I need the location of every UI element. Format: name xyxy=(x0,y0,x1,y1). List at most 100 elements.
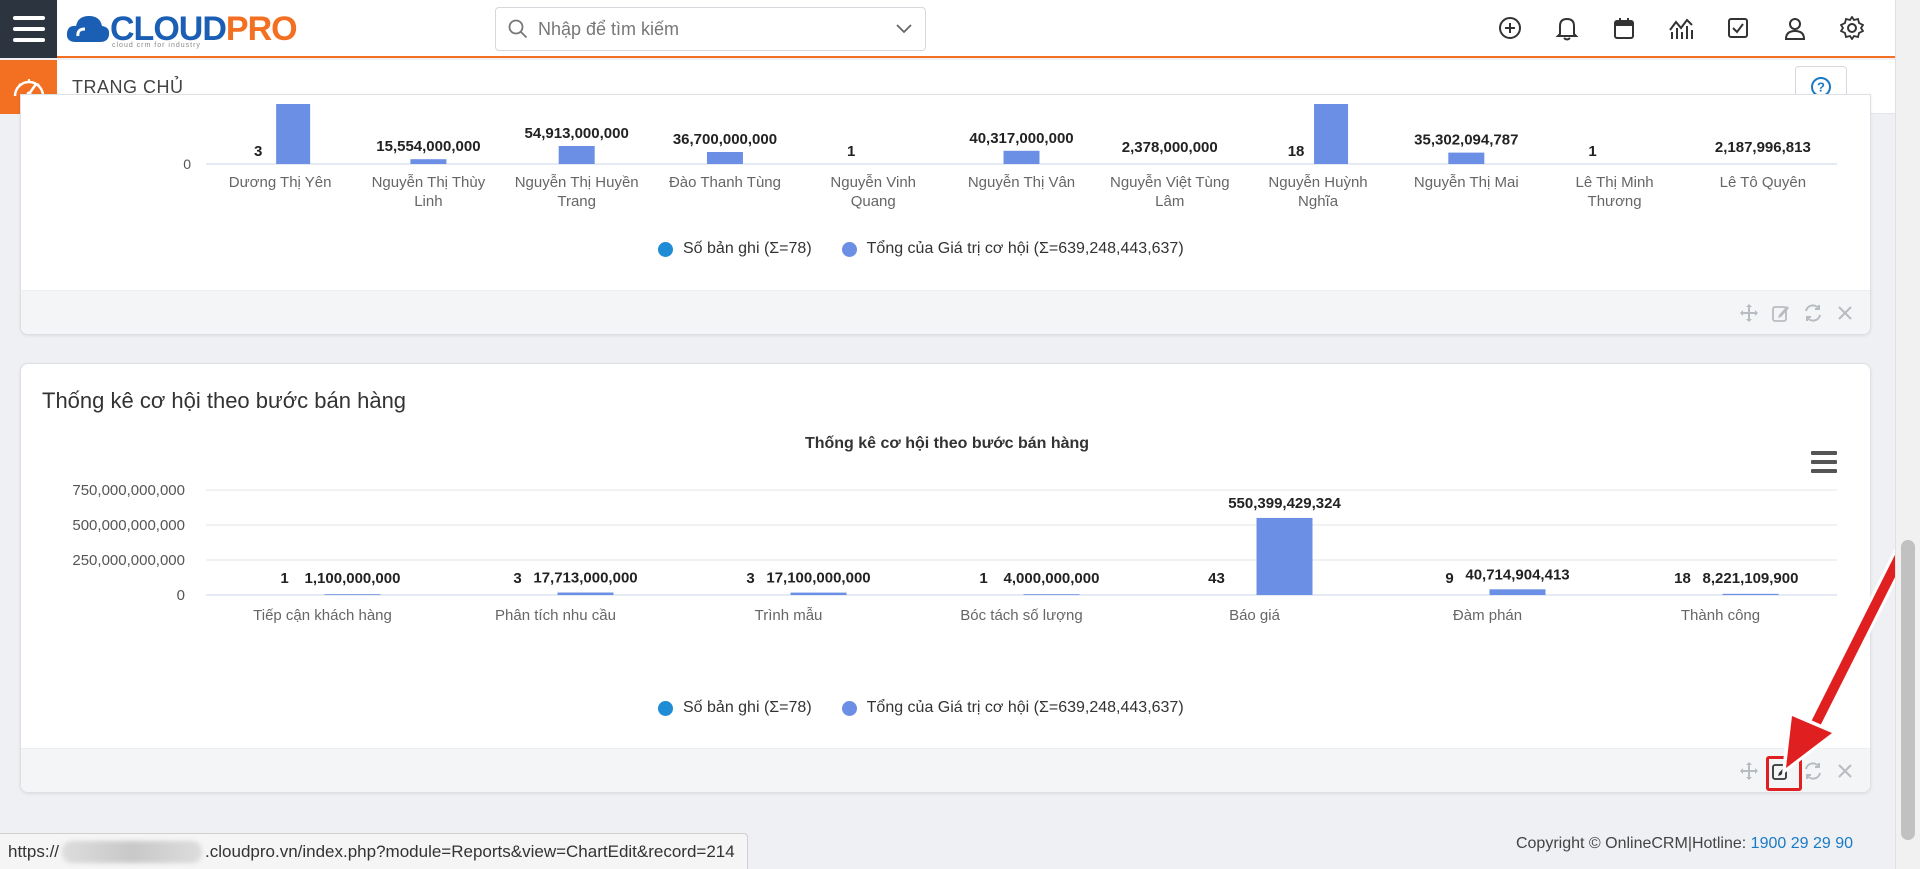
count-label: 1 xyxy=(280,570,288,587)
move-icon[interactable] xyxy=(1738,302,1760,324)
x-tick-label: Lê Tô Quyên xyxy=(1720,174,1806,191)
x-tick-label: Lê Thị Minh xyxy=(1576,174,1654,191)
chart-title: Thống kê cơ hội theo bước bán hàng xyxy=(805,435,1089,452)
data-label: 1 xyxy=(847,143,855,160)
data-label: 54,913,000,000 xyxy=(525,125,629,142)
x-tick-label: Dương Thị Yên xyxy=(229,174,332,191)
x-tick-label: Nguyễn Vinh xyxy=(830,174,916,191)
annotation-arrow-icon xyxy=(1782,540,1900,775)
data-label: 36,700,000,000 xyxy=(673,131,777,148)
x-tick-label: Nguyễn Thị Mai xyxy=(1414,174,1519,191)
add-circle-icon[interactable] xyxy=(1497,14,1523,42)
x-tick-label: Báo giá xyxy=(1229,607,1281,624)
bar xyxy=(1023,594,1080,595)
vertical-scrollbar[interactable] xyxy=(1895,0,1920,869)
x-tick-label: Tiếp cận khách hàng xyxy=(253,607,392,624)
top-navbar: CLOUDPRO cloud crm for industry Nhập để … xyxy=(0,0,1895,58)
x-tick-label: Trang xyxy=(557,193,596,210)
legend-dot-count xyxy=(658,700,673,716)
bar xyxy=(1448,152,1485,164)
menu-icon[interactable] xyxy=(0,0,57,58)
legend-label-count: Số bản ghi (Σ=78) xyxy=(683,699,812,716)
x-tick-label: Thành công xyxy=(1681,607,1760,624)
search-input[interactable]: Nhập để tìm kiếm xyxy=(538,19,895,40)
status-url-suffix: .cloudpro.vn/index.php?module=Reports&vi… xyxy=(205,841,735,861)
cloudpro-logo[interactable]: CLOUDPRO cloud crm for industry xyxy=(66,4,298,54)
task-check-icon[interactable] xyxy=(1725,14,1751,42)
panel-footer xyxy=(21,290,1870,334)
x-tick-label: Nghĩa xyxy=(1298,193,1339,210)
count-label: 3 xyxy=(513,570,521,587)
user-profile-icon[interactable] xyxy=(1782,14,1808,42)
chart-legend-bottom: Số bản ghi (Σ=78) Tổng của Giá trị cơ hộ… xyxy=(658,699,1184,717)
x-tick-label: Nguyễn Huỳnh xyxy=(1268,174,1367,191)
logo-tagline: cloud crm for industry xyxy=(112,42,201,49)
settings-gear-icon[interactable] xyxy=(1839,14,1865,42)
move-icon[interactable] xyxy=(1738,760,1760,782)
chevron-down-icon[interactable] xyxy=(895,23,913,35)
legend-item-value[interactable]: Tổng của Giá trị cơ hội (Σ=639,248,443,6… xyxy=(841,699,1184,717)
refresh-icon[interactable] xyxy=(1802,302,1824,324)
y-tick-label: 250,000,000,000 xyxy=(72,552,185,569)
close-icon[interactable] xyxy=(1834,302,1856,324)
legend-label-count: Số bản ghi (Σ=78) xyxy=(683,240,812,257)
y-tick-label: 750,000,000,000 xyxy=(72,482,185,499)
x-tick-label: Phân tích nhu cầu xyxy=(495,607,616,624)
x-tick-label: Thương xyxy=(1588,193,1642,210)
bar xyxy=(1722,593,1779,595)
data-label: 2,378,000,000 xyxy=(1122,139,1218,156)
x-tick-label: Nguyễn Việt Tùng xyxy=(1110,174,1230,191)
calendar-icon[interactable] xyxy=(1611,14,1637,42)
panel-footer xyxy=(21,748,1870,792)
edit-icon[interactable] xyxy=(1770,302,1792,324)
legend-item-value[interactable]: Tổng của Giá trị cơ hội (Σ=639,248,443,6… xyxy=(841,240,1184,258)
top-actions xyxy=(1497,14,1865,42)
data-label: 1 xyxy=(1588,143,1596,160)
global-search[interactable]: Nhập để tìm kiếm xyxy=(495,7,926,51)
svg-text:?: ? xyxy=(1817,80,1825,95)
legend-item-count[interactable]: Số bản ghi (Σ=78) xyxy=(658,240,812,258)
browser-status-url: https:// .cloudpro.vn/index.php?module=Re… xyxy=(0,833,748,869)
data-label: 18 xyxy=(1288,143,1305,160)
bar xyxy=(410,159,447,164)
reports-chart-icon[interactable] xyxy=(1668,14,1694,42)
data-label: 40,317,000,000 xyxy=(969,130,1073,147)
bar xyxy=(1314,104,1349,164)
chart-panel-by-sales-stage: Thống kê cơ hội theo bước bán hàng Thống… xyxy=(20,363,1871,793)
bar xyxy=(558,146,595,164)
bar xyxy=(1256,517,1313,595)
count-label: 9 xyxy=(1445,570,1453,587)
data-label: 17,713,000,000 xyxy=(533,570,637,587)
bar xyxy=(1489,589,1546,595)
x-tick-label: Bóc tách số lượng xyxy=(960,607,1082,624)
legend-dot-value xyxy=(841,241,857,257)
x-tick-label: Nguyễn Thị Huyền xyxy=(515,174,639,191)
x-tick-label: Lâm xyxy=(1155,193,1184,210)
bar xyxy=(790,592,847,595)
copyright-label: Copyright © OnlineCRM|Hotline: xyxy=(1515,835,1747,852)
data-label: 1,100,000,000 xyxy=(305,570,401,587)
hotline-link[interactable]: 1900 29 29 90 xyxy=(1751,835,1853,852)
data-label: 40,714,904,413 xyxy=(1465,566,1569,583)
redacted-subdomain xyxy=(62,840,203,863)
copyright-text: Copyright © OnlineCRM|Hotline: 1900 29 2… xyxy=(1516,835,1853,853)
cloud-logo-icon xyxy=(66,16,110,42)
sales-stage-chart: Thống kê cơ hội theo bước bán hàng 750,00… xyxy=(72,435,1837,624)
legend-dot-value xyxy=(841,700,857,716)
data-label: 35,302,094,787 xyxy=(1414,132,1518,149)
count-label: 1 xyxy=(979,570,987,587)
legend-item-count[interactable]: Số bản ghi (Σ=78) xyxy=(658,699,812,717)
y-tick-label: 500,000,000,000 xyxy=(72,517,185,534)
bell-icon[interactable] xyxy=(1554,14,1580,42)
x-tick-label: Đàm phán xyxy=(1453,607,1522,624)
legend-label-value: Tổng của Giá trị cơ hội (Σ=639,248,443,6… xyxy=(866,699,1184,716)
bar xyxy=(324,594,381,595)
y-tick-label: 0 xyxy=(177,587,185,604)
scrollbar-thumb[interactable] xyxy=(1901,540,1915,840)
chart-menu-icon[interactable] xyxy=(1811,451,1837,473)
data-label: 3 xyxy=(254,143,262,160)
data-label: 4,000,000,000 xyxy=(1004,570,1100,587)
x-tick-label: Linh xyxy=(414,193,442,210)
bar xyxy=(1003,150,1040,164)
bar xyxy=(557,592,614,595)
